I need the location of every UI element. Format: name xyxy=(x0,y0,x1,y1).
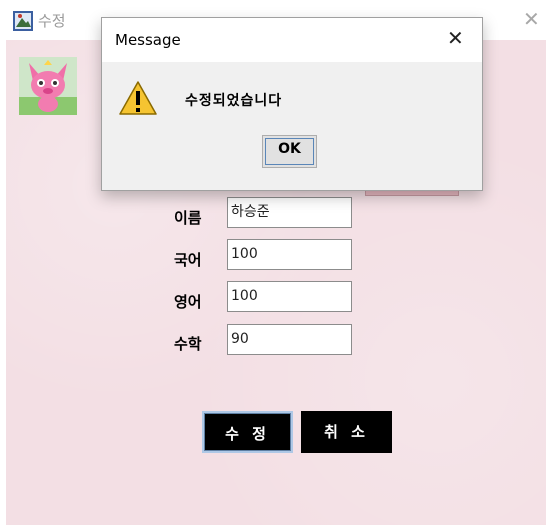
dialog-title: Message xyxy=(115,31,181,49)
dialog-message: 수정되었습니다 xyxy=(185,93,283,109)
dialog-close-icon[interactable]: ✕ xyxy=(447,26,464,50)
english-score-field[interactable]: 100 xyxy=(227,281,352,312)
ok-label: OK xyxy=(278,141,301,157)
math-label: 수학 xyxy=(174,335,202,353)
window-title: 수정 xyxy=(38,12,66,30)
cancel-button[interactable]: 취 소 xyxy=(301,411,392,453)
message-dialog: Message ✕ 수정되었습니다 OK xyxy=(101,17,483,191)
ok-button[interactable]: OK xyxy=(262,135,317,168)
pinkfong-character-image xyxy=(19,57,77,115)
math-score-field[interactable]: 90 xyxy=(227,324,352,355)
korean-score-field[interactable]: 100 xyxy=(227,239,352,270)
close-icon[interactable]: ✕ xyxy=(523,8,540,30)
edit-button[interactable]: 수 정 xyxy=(202,411,293,453)
name-field[interactable]: 하승준 xyxy=(227,197,352,228)
english-label: 영어 xyxy=(174,293,202,311)
korean-label: 국어 xyxy=(174,251,202,269)
warning-icon xyxy=(119,81,157,115)
dialog-title-bar: Message ✕ xyxy=(102,18,482,62)
name-label: 이름 xyxy=(174,209,202,227)
app-icon xyxy=(13,11,33,31)
